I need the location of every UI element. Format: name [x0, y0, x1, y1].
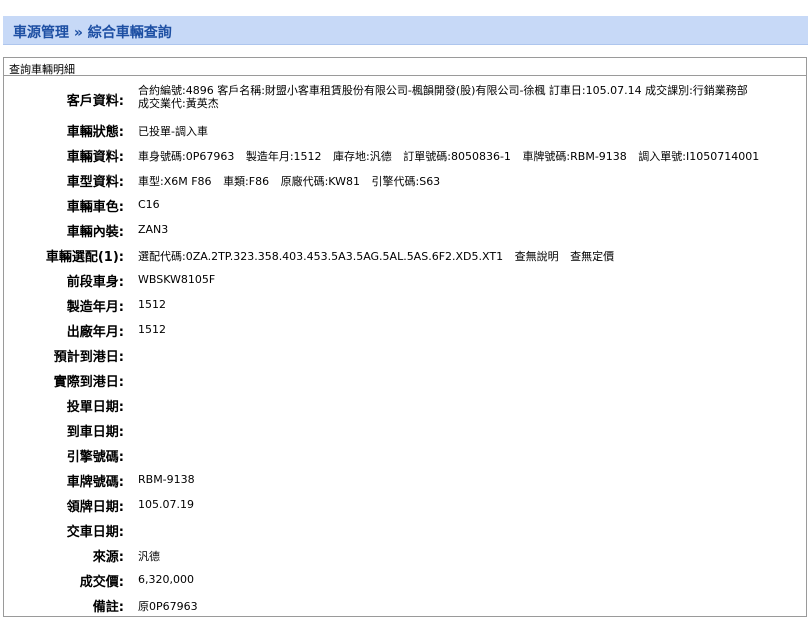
- option-description-link[interactable]: 查無說明: [515, 250, 559, 263]
- options-codes: 選配代碼:0ZA.2TP.323.358.403.453.5A3.5AG.5AL…: [138, 250, 504, 263]
- arrival-date-label: 到車日期:: [66, 425, 124, 440]
- plate-date-value: 105.07.19: [138, 498, 194, 511]
- customer-line-1: 合約編號:4896 客戶名稱:財盟小客車租賃股份有限公司-楓韻開發(股)有限公司…: [138, 84, 748, 97]
- build-date-label: 製造年月:: [66, 300, 124, 315]
- color-value: C16: [138, 198, 160, 211]
- plate-no-label: 車牌號碼:: [66, 475, 124, 490]
- vehicle-label: 車輛資料:: [66, 150, 124, 165]
- interior-value: ZAN3: [138, 223, 169, 236]
- build-date-value: 1512: [138, 298, 166, 311]
- status-value: 已投單-調入車: [138, 125, 208, 138]
- vehicle-value: 車身號碼:0P67963 製造年月:1512 庫存地:汎德 訂單號碼:80508…: [138, 148, 759, 164]
- model-engine-code: 引擎代碼:S63: [371, 175, 441, 188]
- model-value: 車型:X6M F86 車類:F86 原廠代碼:KW81 引擎代碼:S63: [138, 173, 440, 189]
- page-header: 車源管理 » 綜合車輛查詢: [3, 16, 808, 45]
- remark-label: 備註:: [92, 600, 124, 615]
- customer-value: 合約編號:4896 客戶名稱:財盟小客車租賃股份有限公司-楓韻開發(股)有限公司…: [138, 84, 748, 110]
- detail-panel: 查詢車輛明細 客戶資料: 合約編號:4896 客戶名稱:財盟小客車租賃股份有限公…: [3, 57, 807, 617]
- plate-no-value: RBM-9138: [138, 473, 195, 486]
- option-price-link[interactable]: 查無定價: [570, 250, 614, 263]
- model-type: 車類:F86: [223, 175, 270, 188]
- model-model: 車型:X6M F86: [138, 175, 212, 188]
- prev-body-label: 前段車身:: [66, 275, 124, 290]
- factory-date-value: 1512: [138, 323, 166, 336]
- model-factory-code: 原廠代碼:KW81: [280, 175, 360, 188]
- breadcrumb: 車源管理 » 綜合車輛查詢: [13, 25, 172, 41]
- order-date-label: 投單日期:: [66, 400, 124, 415]
- engine-no-label: 引擎號碼:: [66, 450, 124, 465]
- vehicle-body-no: 車身號碼:0P67963: [138, 150, 235, 163]
- vehicle-order-no: 訂單號碼:8050836-1: [403, 150, 511, 163]
- ata-port-label: 實際到港日:: [53, 375, 124, 390]
- vehicle-build-ym: 製造年月:1512: [245, 150, 322, 163]
- remark-value: 原0P67963: [138, 600, 198, 613]
- source-value: 汎德: [138, 550, 160, 563]
- prev-body-value: WBSKW8105F: [138, 273, 216, 286]
- customer-label: 客戶資料:: [66, 94, 124, 109]
- panel-divider: [4, 75, 806, 76]
- options-label: 車輛選配(1):: [45, 250, 124, 265]
- delivery-date-label: 交車日期:: [66, 525, 124, 540]
- price-value: 6,320,000: [138, 573, 194, 586]
- factory-date-label: 出廠年月:: [66, 325, 124, 340]
- customer-line-2: 成交業代:黃英杰: [138, 97, 219, 110]
- vehicle-plate: 車牌號碼:RBM-9138: [522, 150, 627, 163]
- eta-port-label: 預計到港日:: [53, 350, 124, 365]
- interior-label: 車輛內裝:: [66, 225, 124, 240]
- plate-date-label: 領牌日期:: [66, 500, 124, 515]
- price-label: 成交價:: [79, 575, 124, 590]
- source-label: 來源:: [92, 550, 124, 565]
- status-label: 車輛狀態:: [66, 125, 124, 140]
- vehicle-location: 庫存地:汎德: [333, 150, 392, 163]
- vehicle-transfer-no: 調入單號:I1050714001: [638, 150, 760, 163]
- model-label: 車型資料:: [66, 175, 124, 190]
- options-value: 選配代碼:0ZA.2TP.323.358.403.453.5A3.5AG.5AL…: [138, 248, 614, 264]
- color-label: 車輛車色:: [66, 200, 124, 215]
